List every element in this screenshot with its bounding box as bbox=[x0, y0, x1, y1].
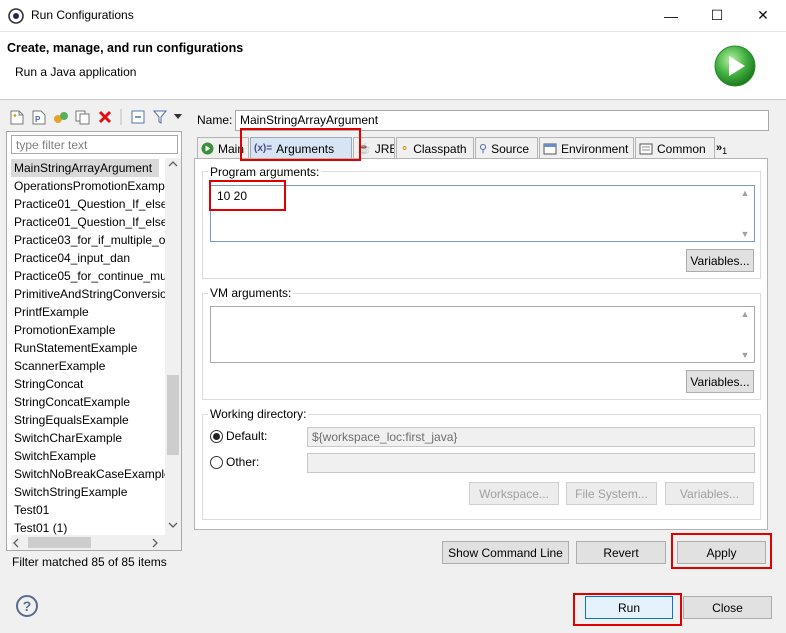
list-item[interactable]: PromotionExample bbox=[11, 321, 165, 339]
main-icon bbox=[201, 142, 214, 155]
arguments-tab-highlight bbox=[240, 128, 361, 161]
export-config-icon[interactable] bbox=[52, 109, 69, 126]
filter-status: Filter matched 85 of 85 items bbox=[12, 555, 167, 569]
svg-text:✦: ✦ bbox=[12, 112, 18, 120]
scroll-right-icon[interactable] bbox=[152, 538, 158, 548]
show-command-line-button[interactable]: Show Command Line bbox=[442, 541, 569, 564]
list-item[interactable]: RunStatementExample bbox=[11, 339, 165, 357]
close-window-button[interactable]: ✕ bbox=[740, 0, 786, 31]
list-item[interactable]: PrimitiveAndStringConversio bbox=[11, 285, 165, 303]
tab-common[interactable]: Common bbox=[635, 137, 715, 159]
scroll-down-icon[interactable]: ▼ bbox=[738, 229, 752, 239]
list-item[interactable]: Practice04_input_dan bbox=[11, 249, 165, 267]
file-system-button[interactable]: File System... bbox=[566, 482, 657, 505]
list-item[interactable]: PrintfExample bbox=[11, 303, 165, 321]
overflow-count: 1 bbox=[722, 146, 728, 156]
scroll-up-icon[interactable]: ▲ bbox=[738, 309, 752, 319]
tab-label: JRE bbox=[374, 141, 394, 156]
list-item[interactable]: SwitchStringExample bbox=[11, 483, 165, 501]
list-item[interactable]: Test01 bbox=[11, 501, 165, 519]
list-item[interactable]: Test01 (1) bbox=[11, 519, 165, 536]
program-args-highlight bbox=[209, 180, 286, 211]
name-label: Name: bbox=[197, 113, 233, 127]
list-vertical-scrollbar[interactable] bbox=[165, 158, 181, 536]
vertical-scroll-thumb[interactable] bbox=[167, 375, 179, 455]
list-item[interactable]: SwitchCharExample bbox=[11, 429, 165, 447]
list-item[interactable]: Practice05_for_continue_mu bbox=[11, 267, 165, 285]
vm-args-textarea[interactable]: ▲ ▼ bbox=[210, 306, 755, 363]
common-icon bbox=[639, 143, 653, 154]
collapse-all-icon[interactable] bbox=[129, 109, 146, 126]
config-list: MainStringArrayArgument OperationsPromot… bbox=[11, 159, 165, 536]
list-item[interactable]: ScannerExample bbox=[11, 357, 165, 375]
list-item[interactable]: SwitchNoBreakCaseExample bbox=[11, 465, 165, 483]
window-title: Run Configurations bbox=[31, 8, 134, 22]
other-dir-field[interactable] bbox=[307, 453, 755, 473]
scroll-down-icon[interactable]: ▼ bbox=[738, 350, 752, 360]
tab-label: Common bbox=[657, 141, 706, 156]
program-args-textarea[interactable]: 10 20 ▲ ▼ bbox=[210, 185, 755, 242]
source-icon: ⚲ bbox=[479, 143, 488, 155]
minimize-button[interactable]: — bbox=[648, 0, 694, 31]
help-icon[interactable]: ? bbox=[16, 595, 38, 617]
tab-source[interactable]: ⚲ Source bbox=[475, 137, 538, 159]
horizontal-scroll-thumb[interactable] bbox=[28, 537, 91, 548]
list-item[interactable]: Practice01_Question_If_else_ bbox=[11, 213, 165, 231]
list-item[interactable]: MainStringArrayArgument bbox=[11, 159, 159, 177]
default-label: Default: bbox=[226, 429, 268, 443]
vm-variables-button[interactable]: Variables... bbox=[686, 370, 754, 393]
program-variables-button[interactable]: Variables... bbox=[686, 249, 754, 272]
list-item[interactable]: SwitchExample bbox=[11, 447, 165, 465]
environment-icon bbox=[543, 143, 557, 154]
other-label: Other: bbox=[226, 455, 260, 469]
config-toolbar: ✦ P bbox=[8, 106, 183, 128]
maximize-button[interactable]: ☐ bbox=[694, 0, 740, 31]
new-prototype-icon[interactable]: P bbox=[30, 109, 47, 126]
apply-highlight bbox=[671, 533, 772, 569]
run-highlight bbox=[573, 593, 682, 626]
scroll-left-icon[interactable] bbox=[13, 538, 19, 548]
list-item[interactable]: StringConcatExample bbox=[11, 393, 165, 411]
workspace-button[interactable]: Workspace... bbox=[469, 482, 559, 505]
filter-icon[interactable] bbox=[151, 109, 168, 126]
duplicate-config-icon[interactable] bbox=[74, 109, 91, 126]
scroll-up-icon[interactable]: ▲ bbox=[738, 188, 752, 198]
tab-environment[interactable]: Environment bbox=[539, 137, 634, 159]
program-args-label: Program arguments: bbox=[208, 165, 322, 179]
list-item[interactable]: Practice01_Question_If_else_ bbox=[11, 195, 165, 213]
tab-label: Source bbox=[491, 141, 530, 156]
classpath-icon: ⚬ bbox=[400, 143, 410, 155]
svg-text:P: P bbox=[35, 115, 41, 124]
header-subtitle: Run a Java application bbox=[15, 65, 137, 79]
tab-overflow[interactable]: » 1 bbox=[716, 137, 738, 159]
toolbar-separator bbox=[118, 109, 124, 126]
list-item[interactable]: StringEqualsExample bbox=[11, 411, 165, 429]
run-logo-icon bbox=[714, 45, 756, 87]
eclipse-app-icon bbox=[8, 8, 24, 24]
dir-variables-button[interactable]: Variables... bbox=[665, 482, 754, 505]
list-item[interactable]: Practice03_for_if_multiple_o bbox=[11, 231, 165, 249]
working-dir-label: Working directory: bbox=[208, 407, 309, 421]
new-config-icon[interactable]: ✦ bbox=[8, 109, 25, 126]
list-item[interactable]: StringConcat bbox=[11, 375, 165, 393]
default-dir-field: ${workspace_loc:first_java} bbox=[307, 427, 755, 447]
other-radio[interactable] bbox=[210, 456, 223, 469]
tab-label: Classpath bbox=[413, 141, 467, 156]
scroll-down-icon[interactable] bbox=[168, 522, 178, 528]
vm-args-label: VM arguments: bbox=[208, 286, 294, 300]
filter-menu-icon[interactable] bbox=[173, 109, 183, 126]
revert-button[interactable]: Revert bbox=[576, 541, 666, 564]
filter-input[interactable] bbox=[11, 135, 178, 154]
tab-classpath[interactable]: ⚬ Classpath bbox=[396, 137, 474, 159]
header-title: Create, manage, and run configurations bbox=[7, 41, 244, 55]
delete-config-icon[interactable] bbox=[96, 109, 113, 126]
close-button[interactable]: Close bbox=[683, 596, 772, 619]
default-radio[interactable] bbox=[210, 430, 223, 443]
scroll-up-icon[interactable] bbox=[168, 161, 178, 167]
tab-label: Environment bbox=[561, 141, 629, 156]
list-item[interactable]: OperationsPromotionExamp bbox=[11, 177, 165, 195]
